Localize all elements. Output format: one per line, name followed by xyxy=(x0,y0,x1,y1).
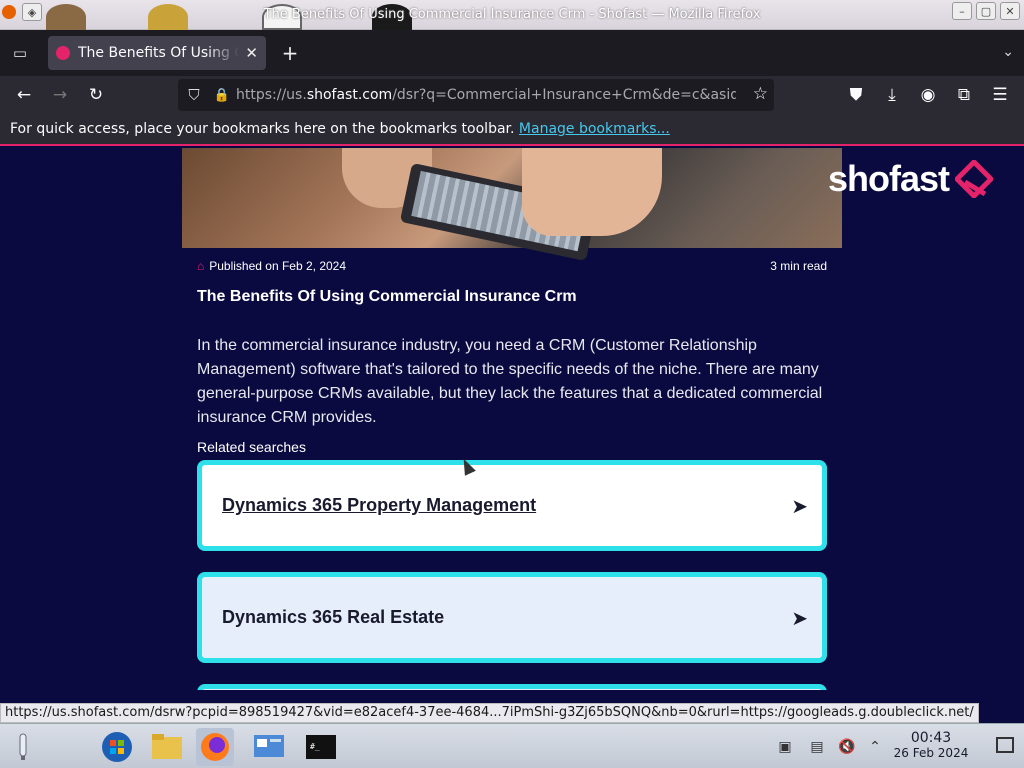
clock-date: 26 Feb 2024 xyxy=(893,746,969,760)
lock-icon[interactable]: 🔒 xyxy=(212,88,232,103)
firefox-icon[interactable] xyxy=(196,728,234,766)
url-text[interactable]: https://us.shofast.com/dsr?q=Commercial+… xyxy=(236,87,736,103)
shofast-favicon-icon xyxy=(56,46,70,60)
tab-active[interactable]: The Benefits Of Using Commercial Insuran… xyxy=(48,36,266,70)
hero-image xyxy=(182,148,842,262)
clock-time: 00:43 xyxy=(910,730,952,746)
related-search-label[interactable]: Dynamics 365 Property Management xyxy=(222,495,536,516)
bookmarks-message: For quick access, place your bookmarks h… xyxy=(10,121,515,137)
related-search-item[interactable] xyxy=(197,684,827,690)
show-desktop-icon[interactable] xyxy=(996,737,1014,753)
file-manager-icon[interactable] xyxy=(148,728,186,766)
arrow-right-icon: ➤ xyxy=(791,493,808,518)
tab-strip: ▭ The Benefits Of Using Commercial Insur… xyxy=(0,30,1024,76)
bookmark-star-icon[interactable]: ☆ xyxy=(753,84,768,104)
read-time: 3 min read xyxy=(770,259,827,273)
url-bar[interactable]: ⛉ 🔒 https://us.shofast.com/dsr?q=Commerc… xyxy=(178,79,774,111)
status-bar: https://us.shofast.com/dsrw?pcpid=898519… xyxy=(0,703,979,723)
close-tab-icon[interactable]: ✕ xyxy=(245,44,258,62)
firefox-view-icon[interactable]: ▭ xyxy=(8,42,32,64)
bookmarks-toolbar: For quick access, place your bookmarks h… xyxy=(0,114,1024,146)
chevron-up-icon[interactable]: ⌃ xyxy=(864,736,886,758)
home-icon: ⌂ xyxy=(197,259,205,273)
maximize-icon[interactable]: ▢ xyxy=(976,2,996,20)
back-icon[interactable]: ← xyxy=(12,84,36,106)
arrow-right-icon: ➤ xyxy=(791,605,808,630)
windows-icon[interactable] xyxy=(98,728,136,766)
shofast-logo[interactable]: shofast xyxy=(828,158,994,200)
network-icon[interactable]: ▣ xyxy=(774,736,796,758)
window-titlebar: ◈ The Benefits Of Using Commercial Insur… xyxy=(0,0,1024,30)
shofast-logo-icon xyxy=(955,160,994,198)
window-title: The Benefits Of Using Commercial Insuran… xyxy=(263,7,761,22)
clock[interactable]: 00:43 26 Feb 2024 xyxy=(888,730,974,760)
article-body: In the commercial insurance industry, yo… xyxy=(197,337,823,426)
extensions-icon[interactable]: ⧉ xyxy=(952,84,976,106)
svg-text:#_: #_ xyxy=(310,742,320,751)
related-searches-label: Related searches xyxy=(197,439,306,455)
list-all-tabs-icon[interactable]: ⌄ xyxy=(1002,44,1014,60)
volume-muted-icon[interactable]: 🔇 xyxy=(836,736,858,758)
start-menu-icon[interactable] xyxy=(4,728,42,766)
close-window-icon[interactable]: ✕ xyxy=(1000,2,1020,20)
page-content: shofast ⌂ Published on Feb 2, 2024 3 min… xyxy=(0,148,1024,690)
minimize-icon[interactable]: – xyxy=(952,2,972,20)
related-search-label[interactable]: Dynamics 365 Real Estate xyxy=(222,607,444,628)
titlebar-right-controls: – ▢ ✕ xyxy=(952,2,1020,20)
forward-icon[interactable]: → xyxy=(48,84,72,106)
published-text: Published on Feb 2, 2024 xyxy=(209,259,347,273)
hero-hand-right xyxy=(522,148,662,236)
download-icon[interactable]: ⤓ xyxy=(880,84,904,106)
related-search-item[interactable]: Dynamics 365 Property Management ➤ xyxy=(197,460,827,551)
article-meta: ⌂ Published on Feb 2, 2024 3 min read xyxy=(197,259,827,273)
control-panel-icon[interactable] xyxy=(250,728,288,766)
published-date: ⌂ Published on Feb 2, 2024 xyxy=(197,259,346,273)
manage-bookmarks-link[interactable]: Manage bookmarks... xyxy=(519,121,670,137)
account-icon[interactable]: ◉ xyxy=(916,84,940,106)
pocket-icon[interactable]: ⛊ xyxy=(844,84,868,106)
terminal-icon[interactable]: #_ xyxy=(302,728,340,766)
shield-icon[interactable]: ⛉ xyxy=(184,86,204,104)
logo-text: shofast xyxy=(828,158,950,199)
navigation-bar: ← → ↻ ⛉ 🔒 https://us.shofast.com/dsr?q=C… xyxy=(0,76,1024,114)
reload-icon[interactable]: ↻ xyxy=(84,84,108,106)
menu-icon[interactable]: ☰ xyxy=(988,84,1012,106)
related-search-item[interactable]: Dynamics 365 Real Estate ➤ xyxy=(197,572,827,663)
new-tab-button[interactable]: + xyxy=(278,40,302,66)
tab-title: The Benefits Of Using Commercial Insuran… xyxy=(78,45,240,61)
clipboard-icon[interactable]: ▤ xyxy=(806,736,828,758)
article-title: The Benefits Of Using Commercial Insuran… xyxy=(197,288,577,305)
taskbar: #_ ▣ ▤ 🔇 ⌃ 00:43 26 Feb 2024 xyxy=(0,723,1024,768)
